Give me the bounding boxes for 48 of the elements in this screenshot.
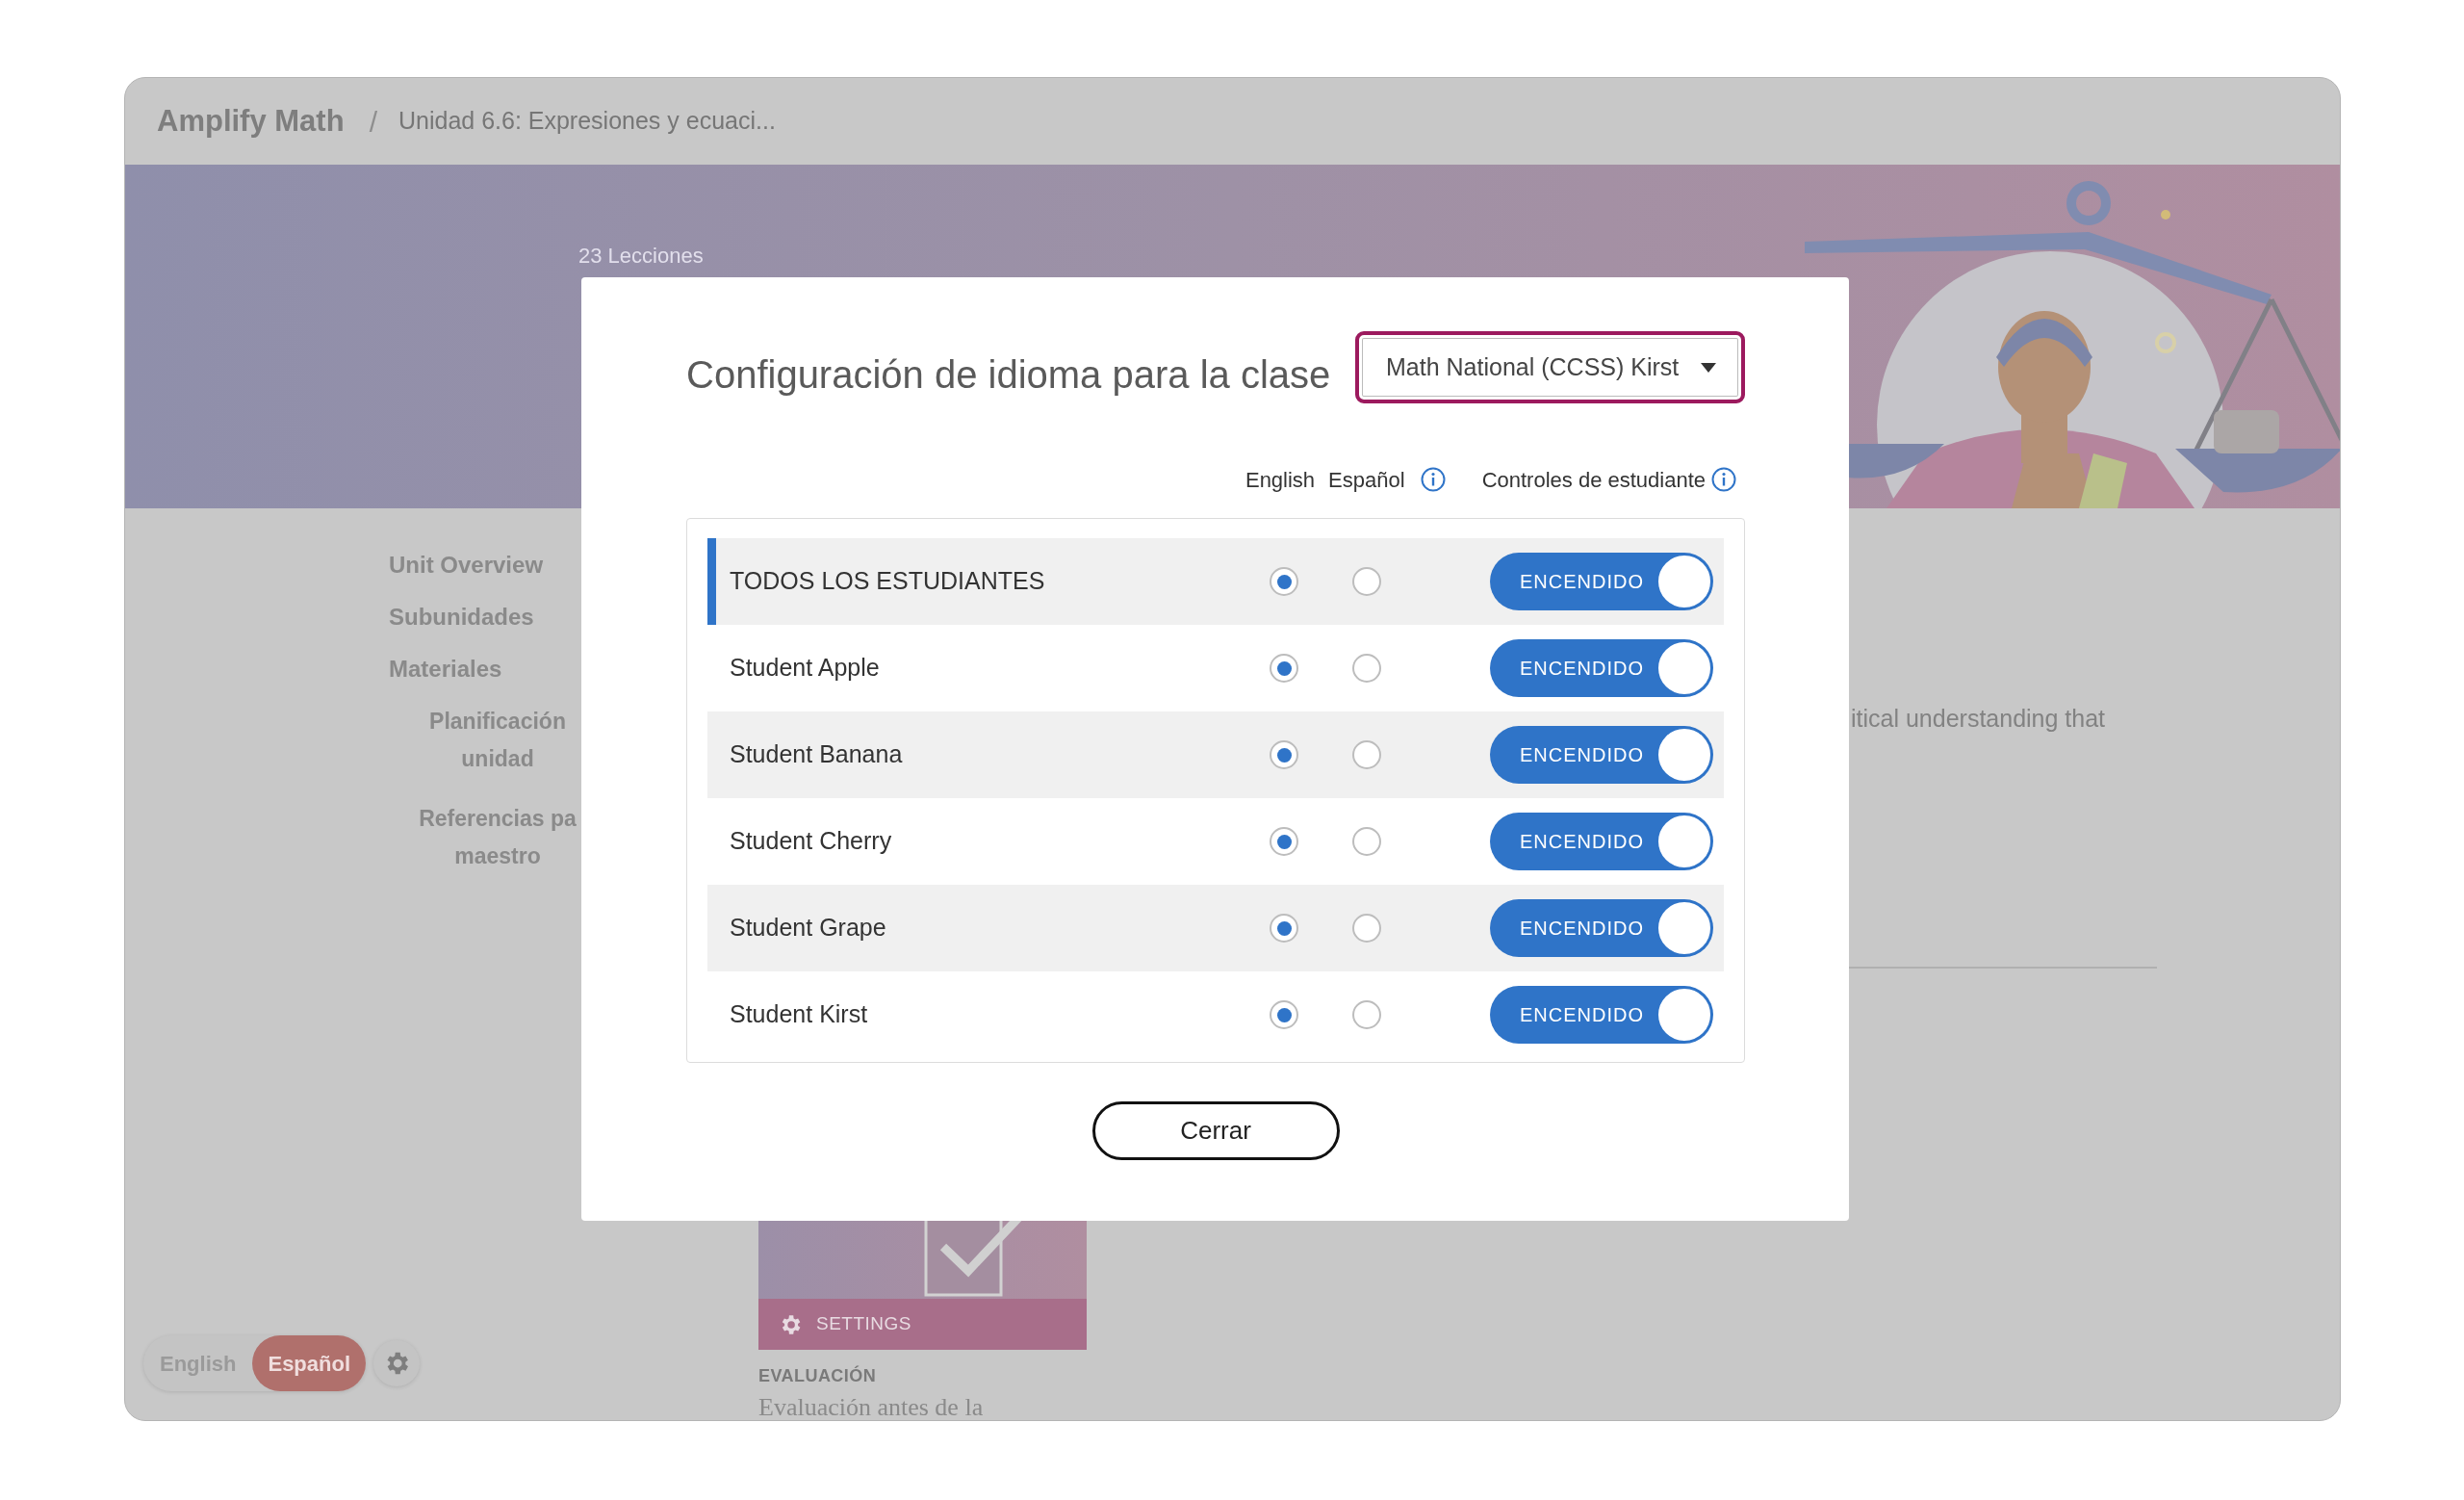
- radio-button[interactable]: [1270, 740, 1298, 769]
- toggle-switch[interactable]: ENCENDIDO: [1490, 899, 1713, 957]
- student-name: Student Cherry: [730, 826, 893, 857]
- nav-link[interactable]: Planificación unidad: [416, 703, 579, 778]
- column-header: Controles de estudiante: [1481, 466, 1706, 494]
- category-label: EVALUACIÓN: [758, 1364, 878, 1387]
- info-icon[interactable]: [1711, 467, 1736, 492]
- toggle-switch[interactable]: ENCENDIDO: [1490, 553, 1713, 610]
- toggle-switch[interactable]: ENCENDIDO: [1490, 813, 1713, 870]
- nav-link[interactable]: Unit Overview: [389, 547, 581, 583]
- radio-button[interactable]: [1352, 1000, 1381, 1029]
- radio-button[interactable]: [1352, 827, 1381, 856]
- radio-button[interactable]: [1352, 914, 1381, 943]
- breadcrumb-separator: /: [369, 104, 377, 140]
- description-text: itical understanding that: [1851, 704, 2107, 733]
- settings-button[interactable]: [373, 1340, 421, 1386]
- class-dropdown[interactable]: Math National (CCSS) Kirst: [1355, 331, 1745, 403]
- student-name: TODOS LOS ESTUDIANTES: [730, 566, 1046, 597]
- language-option[interactable]: Español: [252, 1335, 367, 1391]
- radio-button[interactable]: [1270, 567, 1298, 596]
- settings-button[interactable]: SETTINGS: [758, 1299, 1087, 1350]
- column-header: English: [1245, 466, 1316, 494]
- radio-button[interactable]: [1352, 654, 1381, 683]
- column-header: Español: [1328, 466, 1405, 494]
- lesson-count: 23 Lecciones: [578, 244, 704, 269]
- radio-button[interactable]: [1270, 827, 1298, 856]
- radio-button[interactable]: [1270, 1000, 1298, 1029]
- info-icon[interactable]: [1420, 467, 1446, 492]
- nav-link[interactable]: Referencias pa maestro: [416, 800, 579, 875]
- radio-button[interactable]: [1270, 654, 1298, 683]
- radio-button[interactable]: [1270, 914, 1298, 943]
- caret-icon: [1701, 362, 1716, 373]
- toggle-switch[interactable]: ENCENDIDO: [1490, 986, 1713, 1044]
- student-name: Student Grape: [730, 913, 887, 944]
- toggle-switch[interactable]: ENCENDIDO: [1490, 726, 1713, 784]
- radio-button[interactable]: [1352, 567, 1381, 596]
- nav-link[interactable]: Subunidades: [389, 599, 581, 635]
- toggle-switch[interactable]: ENCENDIDO: [1490, 639, 1713, 697]
- student-name: Student Kirst: [730, 999, 869, 1030]
- radio-button[interactable]: [1352, 740, 1381, 769]
- student-name: Student Apple: [730, 653, 881, 684]
- nav-link[interactable]: Materiales: [389, 651, 581, 687]
- app-title-link[interactable]: Amplify Math: [157, 98, 345, 144]
- breadcrumb-current: Unidad 6.6: Expresiones y ecuaci...: [398, 106, 776, 137]
- student-name: Student Banana: [730, 739, 904, 770]
- card-title: Evaluación antes de la: [758, 1393, 985, 1420]
- close-button[interactable]: Cerrar: [1091, 1101, 1340, 1160]
- dialog-title: Configuración de idioma para la clase: [686, 351, 1331, 398]
